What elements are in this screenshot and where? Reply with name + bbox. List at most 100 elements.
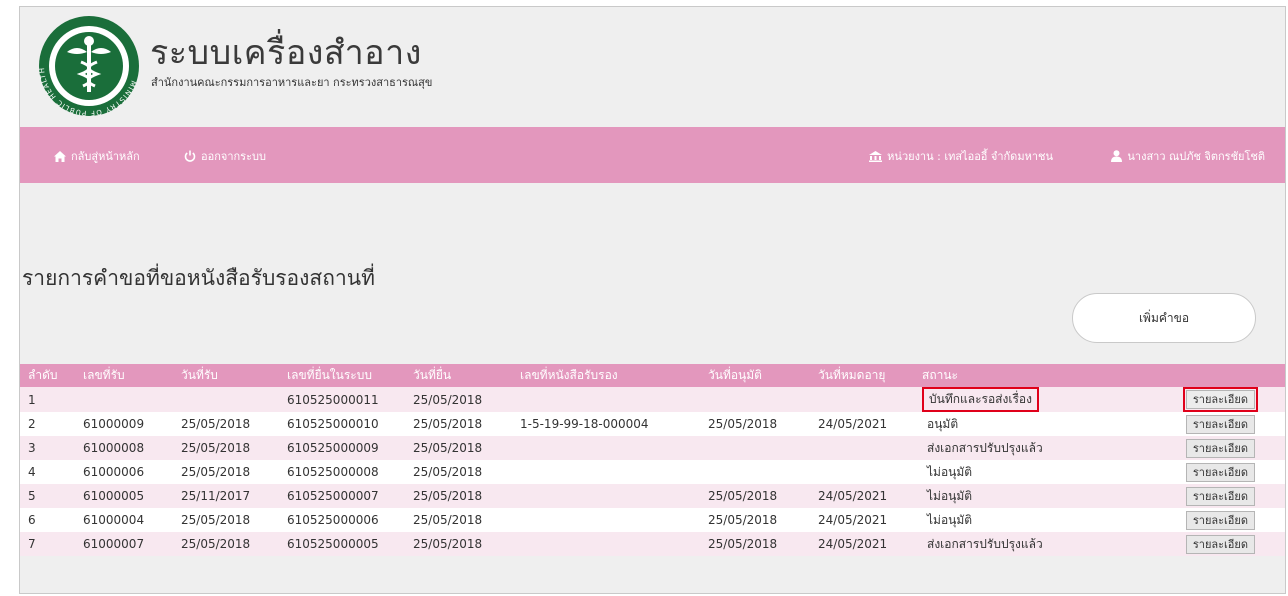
cell-approve-date: 25/05/2018 — [700, 532, 810, 556]
cell-action: รายละเอียด — [1123, 412, 1285, 436]
cell-receive-date: 25/05/2018 — [173, 508, 279, 532]
page-title: รายการคำขอที่ขอหนังสือรับรองสถานที่ — [22, 266, 375, 290]
column-header-action — [1123, 364, 1285, 387]
nav-unit-info: หน่วยงาน : เทสไอออี้ จำกัดมหาชน — [869, 147, 1053, 165]
column-header-system-no: เลขที่ยื่นในระบบ — [279, 364, 405, 387]
cell-system-no: 610525000007 — [279, 484, 405, 508]
cell-submit-date: 25/05/2018 — [405, 484, 512, 508]
cell-submit-date: 25/05/2018 — [405, 460, 512, 484]
user-icon — [1111, 150, 1123, 162]
detail-button[interactable]: รายละเอียด — [1185, 462, 1255, 482]
column-header-status: สถานะ — [914, 364, 1123, 387]
detail-button[interactable]: รายละเอียด — [1185, 534, 1255, 554]
column-header-receive-no: เลขที่รับ — [75, 364, 173, 387]
table-body: 1 610525000011 25/05/2018 บันทึกและรอส่งเรื… — [20, 387, 1285, 556]
column-header-cert-no: เลขที่หนังสือรับรอง — [512, 364, 700, 387]
nav-home-label: กลับสู่หน้าหลัก — [71, 150, 140, 163]
cell-expire-date: 24/05/2021 — [810, 532, 914, 556]
cell-system-no: 610525000006 — [279, 508, 405, 532]
cell-receive-no: 61000005 — [75, 484, 173, 508]
cell-action: รายละเอียด — [1123, 484, 1285, 508]
cell-approve-date — [700, 436, 810, 460]
cell-expire-date — [810, 460, 914, 484]
detail-button[interactable]: รายละเอียด — [1185, 486, 1255, 506]
cell-cert-no — [512, 387, 700, 412]
cell-expire-date — [810, 436, 914, 460]
cell-receive-date — [173, 387, 279, 412]
cell-expire-date — [810, 387, 914, 412]
app-window: MINISTRY OF PUBLIC HEALTH ระบบเครื่องสำอ… — [19, 6, 1286, 594]
detail-button[interactable]: รายละเอียด — [1185, 438, 1255, 458]
nav-unit-label: หน่วยงาน : เทสไอออี้ จำกัดมหาชน — [887, 150, 1053, 163]
cell-receive-no: 61000007 — [75, 532, 173, 556]
cell-action: รายละเอียด — [1123, 387, 1285, 412]
cell-action: รายละเอียด — [1123, 460, 1285, 484]
cell-expire-date: 24/05/2021 — [810, 412, 914, 436]
cell-expire-date: 24/05/2021 — [810, 484, 914, 508]
nav-user-label: นางสาว ณปภัช จิตกรชัยโชติ — [1127, 150, 1265, 163]
table-row: 4 61000006 25/05/2018 610525000008 25/05/201… — [20, 460, 1285, 484]
cell-status: ส่งเอกสารปรับปรุงแล้ว — [914, 436, 1123, 460]
table-row: 5 61000005 25/11/2017 610525000007 25/05/201… — [20, 484, 1285, 508]
app-title: ระบบเครื่องสำอาง — [150, 33, 422, 73]
ministry-logo: MINISTRY OF PUBLIC HEALTH — [38, 16, 139, 117]
cell-receive-no: 61000004 — [75, 508, 173, 532]
cell-receive-date: 25/05/2018 — [173, 532, 279, 556]
cell-approve-date: 25/05/2018 — [700, 508, 810, 532]
nav-logout-label: ออกจากระบบ — [201, 150, 266, 163]
detail-button[interactable]: รายละเอียด — [1182, 387, 1259, 412]
column-header-approve-date: วันที่อนุมัติ — [700, 364, 810, 387]
table-row: 7 61000007 25/05/2018 610525000005 25/05/201… — [20, 532, 1285, 556]
cell-expire-date: 24/05/2021 — [810, 508, 914, 532]
cell-status: ส่งเอกสารปรับปรุงแล้ว — [914, 532, 1123, 556]
add-request-button[interactable]: เพิ่มคำขอ — [1072, 293, 1256, 343]
cell-receive-date: 25/05/2018 — [173, 436, 279, 460]
cell-no: 5 — [20, 484, 75, 508]
cell-submit-date: 25/05/2018 — [405, 508, 512, 532]
cell-no: 3 — [20, 436, 75, 460]
table-row: 2 61000009 25/05/2018 610525000010 25/05/201… — [20, 412, 1285, 436]
status-text: บันทึกและรอส่งเรื่อง — [922, 387, 1039, 412]
cell-status: ไม่อนุมัติ — [914, 508, 1123, 532]
cell-approve-date: 25/05/2018 — [700, 484, 810, 508]
cell-no: 4 — [20, 460, 75, 484]
cell-cert-no — [512, 436, 700, 460]
cell-system-no: 610525000008 — [279, 460, 405, 484]
table-header-row: ลำดับ เลขที่รับ วันที่รับ เลขที่ยื่นในระ… — [20, 364, 1285, 387]
cell-approve-date: 25/05/2018 — [700, 412, 810, 436]
cell-cert-no — [512, 508, 700, 532]
nav-user-info: นางสาว ณปภัช จิตกรชัยโชติ — [1111, 147, 1265, 165]
cell-receive-no: 61000008 — [75, 436, 173, 460]
cell-cert-no — [512, 460, 700, 484]
nav-logout-link[interactable]: ออกจากระบบ — [184, 147, 266, 165]
power-icon — [184, 150, 196, 162]
table-row: 6 61000004 25/05/2018 610525000006 25/05/201… — [20, 508, 1285, 532]
cell-status: ไม่อนุมัติ — [914, 460, 1123, 484]
cell-approve-date — [700, 387, 810, 412]
cell-no: 7 — [20, 532, 75, 556]
cell-system-no: 610525000009 — [279, 436, 405, 460]
cell-no: 1 — [20, 387, 75, 412]
cell-action: รายละเอียด — [1123, 508, 1285, 532]
cell-receive-no — [75, 387, 173, 412]
nav-home-link[interactable]: กลับสู่หน้าหลัก — [54, 147, 140, 165]
table-row: 3 61000008 25/05/2018 610525000009 25/05/201… — [20, 436, 1285, 460]
cell-submit-date: 25/05/2018 — [405, 412, 512, 436]
status-text: ไม่อนุมัติ — [927, 512, 973, 527]
cell-system-no: 610525000005 — [279, 532, 405, 556]
detail-button[interactable]: รายละเอียด — [1185, 414, 1255, 434]
column-header-submit-date: วันที่ยื่น — [405, 364, 512, 387]
home-icon — [54, 150, 66, 162]
cell-receive-date: 25/05/2018 — [173, 412, 279, 436]
status-text: ส่งเอกสารปรับปรุงแล้ว — [927, 440, 1043, 455]
cell-submit-date: 25/05/2018 — [405, 436, 512, 460]
cell-cert-no — [512, 484, 700, 508]
cell-cert-no: 1-5-19-99-18-000004 — [512, 412, 700, 436]
cell-status: อนุมัติ — [914, 412, 1123, 436]
header: MINISTRY OF PUBLIC HEALTH ระบบเครื่องสำอ… — [20, 7, 1285, 127]
cell-status: ไม่อนุมัติ — [914, 484, 1123, 508]
building-icon — [869, 150, 883, 162]
cell-system-no: 610525000011 — [279, 387, 405, 412]
cell-receive-date: 25/11/2017 — [173, 484, 279, 508]
detail-button[interactable]: รายละเอียด — [1185, 510, 1255, 530]
